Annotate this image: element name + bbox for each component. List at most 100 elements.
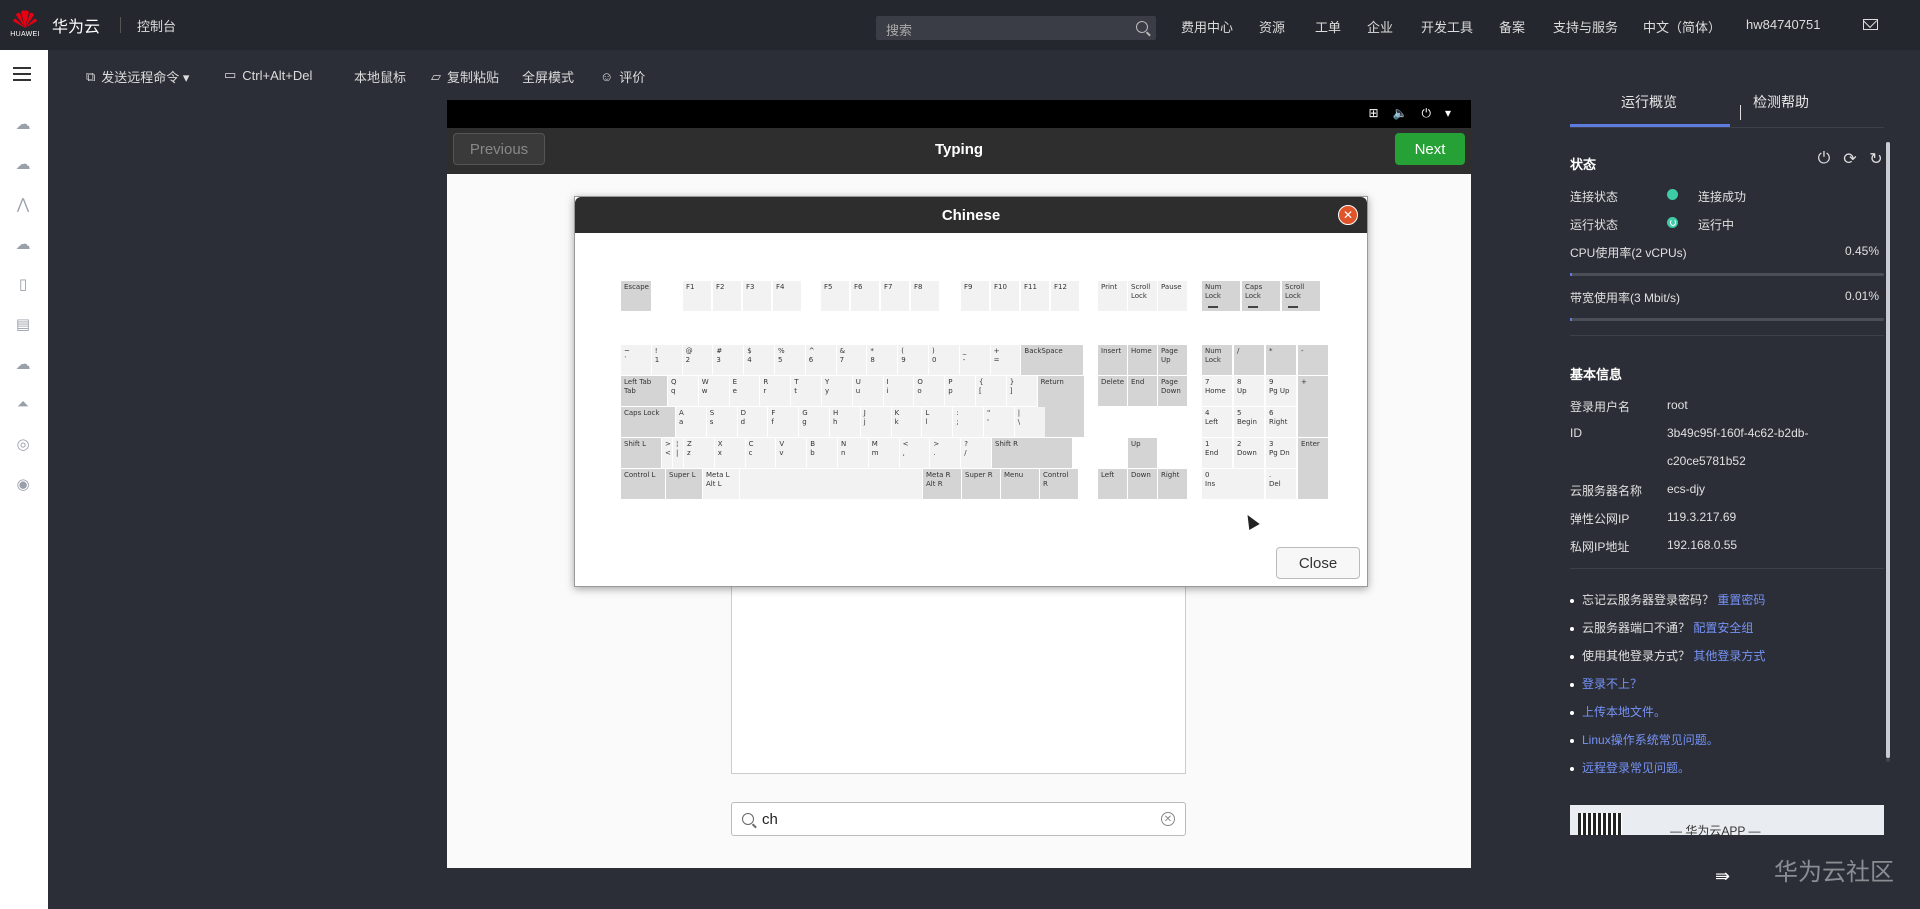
ctrl-alt-del-button[interactable]: ▭ Ctrl+Alt+Del	[224, 67, 312, 83]
tab-help[interactable]: 检测帮助	[1753, 92, 1809, 112]
power-icon[interactable]: ⏻	[1421, 106, 1431, 121]
nav-account[interactable]: hw84740751	[1746, 17, 1820, 32]
key-label: I	[886, 378, 889, 386]
key-label: 3	[1269, 440, 1274, 448]
nav-support[interactable]: 支持与服务	[1553, 17, 1618, 36]
nav-devtools[interactable]: 开发工具	[1421, 17, 1473, 36]
document-icon[interactable]: ▤	[13, 315, 33, 333]
network-icon[interactable]: ⊞	[1368, 106, 1378, 121]
remote-faq-link[interactable]: 远程登录常见问题。	[1582, 761, 1690, 775]
next-button[interactable]: Next	[1395, 133, 1465, 165]
huawei-logo[interactable]: HUAWEI 华为云	[10, 8, 100, 42]
keyboard-key: + =	[990, 345, 1021, 375]
key-label: Super L	[669, 471, 696, 479]
console-link[interactable]: 控制台	[137, 16, 176, 35]
nav-tickets[interactable]: 工单	[1315, 17, 1341, 36]
mail-icon[interactable]	[1863, 19, 1878, 30]
keyboard-key: -	[1298, 345, 1328, 375]
nav-enterprise[interactable]: 企业	[1367, 17, 1393, 36]
key-label: :	[956, 409, 959, 417]
local-mouse-button[interactable]: 本地鼠标	[354, 67, 406, 86]
key-label: ,	[902, 449, 905, 457]
key-label: Down	[1237, 449, 1257, 457]
keyboard-key: Menu	[1001, 469, 1039, 499]
tab-overview[interactable]: 运行概览	[1621, 92, 1677, 112]
layout-search-input[interactable]: ch ✕	[731, 802, 1186, 836]
linux-faq-link[interactable]: Linux操作系统常见问题。	[1582, 733, 1719, 747]
globe-icon[interactable]: ◎	[13, 435, 33, 453]
sync-icon[interactable]: ⟳	[1841, 150, 1859, 168]
rate-button[interactable]: ☺ 评价	[600, 67, 645, 86]
keyboard-key: 0 Ins	[1202, 469, 1264, 499]
keyboard-key: Nn	[838, 438, 868, 468]
chevron-down-icon[interactable]: ▾	[1445, 106, 1451, 121]
upload-file-link[interactable]: 上传本地文件。	[1582, 705, 1666, 719]
keyboard-key: Hh	[830, 407, 860, 437]
other-login-link[interactable]: 其他登录方式	[1693, 649, 1765, 663]
cloud-service-icon[interactable]: ☁	[13, 355, 33, 373]
key-label: Lock	[1205, 292, 1221, 300]
clear-icon[interactable]: ✕	[1161, 812, 1175, 826]
cloud-storage-icon[interactable]: ☁	[13, 235, 33, 253]
key-label: F5	[824, 283, 833, 291]
key-label: 6	[808, 356, 814, 364]
ip-icon[interactable]: ◉	[13, 475, 33, 493]
cloud-cluster-icon[interactable]: ☁	[13, 155, 33, 173]
keyboard-key: Tt	[791, 376, 821, 406]
huawei-flower-icon	[13, 10, 37, 28]
menu-icon[interactable]	[13, 67, 31, 81]
key-label: *	[1269, 347, 1273, 355]
keyboard-key: Num Lock	[1202, 345, 1232, 375]
database-icon[interactable]: ▯	[13, 275, 33, 293]
nav-billing[interactable]: 费用中心	[1181, 17, 1233, 36]
app-banner[interactable]: — 华为云APP —	[1570, 805, 1884, 835]
copy-paste-label: 复制粘贴	[447, 70, 500, 85]
key-label: N	[841, 440, 847, 448]
volume-icon[interactable]: 🔈	[1393, 106, 1408, 121]
nav-filing[interactable]: 备案	[1499, 17, 1525, 36]
cloud-icon[interactable]: ☁	[13, 115, 33, 133]
send-command-button[interactable]: ⧉ 发送远程命令 ▾	[86, 67, 189, 86]
key-label: Menu	[1004, 471, 1024, 479]
key-label: T	[794, 378, 799, 386]
key-label: U	[855, 378, 861, 386]
fullscreen-button[interactable]: 全屏模式	[522, 67, 574, 86]
keyboard-key: Control R	[1040, 469, 1078, 499]
keyboard-key: Cc	[745, 438, 776, 468]
scrollbar-thumb[interactable]	[1886, 142, 1890, 758]
nav-language[interactable]: 中文（简体）	[1643, 17, 1721, 36]
run-label: 运行状态	[1570, 218, 1619, 232]
keyboard-key: Super L	[666, 469, 702, 499]
key-label: Pg Up	[1269, 387, 1290, 395]
refresh-icon[interactable]: ↻	[1867, 150, 1885, 168]
user-label: 登录用户名	[1570, 400, 1631, 414]
key-label: d	[740, 418, 746, 426]
network-icon[interactable]: ⋀	[13, 195, 33, 213]
key-label: 4	[747, 356, 752, 364]
copy-paste-button[interactable]: ▱ 复制粘贴	[431, 67, 499, 86]
key-label: Shift R	[995, 440, 1018, 448]
key-label: ¦	[676, 440, 679, 448]
search-icon[interactable]	[1136, 21, 1148, 33]
cannot-login-link[interactable]: 登录不上？	[1582, 677, 1642, 691]
collapse-panel-icon[interactable]: ⇛	[1715, 866, 1730, 887]
keyboard-key: F7	[881, 281, 909, 311]
keyboard-key: F9	[961, 281, 989, 311]
close-button[interactable]: Close	[1276, 547, 1360, 579]
keyboard-key: Print	[1098, 281, 1127, 311]
key-label: w	[701, 387, 708, 395]
nav-resources[interactable]: 资源	[1259, 17, 1285, 36]
folder-icon: ▱	[431, 68, 441, 84]
installer-header: Previous Typing Next	[447, 128, 1471, 174]
deploy-icon[interactable]: ⏶	[13, 395, 33, 413]
eip-label: 弹性公网IP	[1570, 512, 1630, 526]
layout-list[interactable]	[731, 574, 1186, 774]
key-label: Lock	[1245, 292, 1261, 300]
key-label: Delete	[1101, 378, 1124, 386]
security-group-link[interactable]: 配置安全组	[1693, 621, 1753, 635]
keyboard-key: ^ 6	[805, 345, 836, 375]
search-input[interactable]: 搜索	[876, 16, 1156, 40]
reset-password-link[interactable]: 重置密码	[1717, 593, 1765, 607]
close-icon[interactable]: ✕	[1338, 205, 1358, 225]
power-icon[interactable]: ⏻	[1815, 150, 1833, 168]
